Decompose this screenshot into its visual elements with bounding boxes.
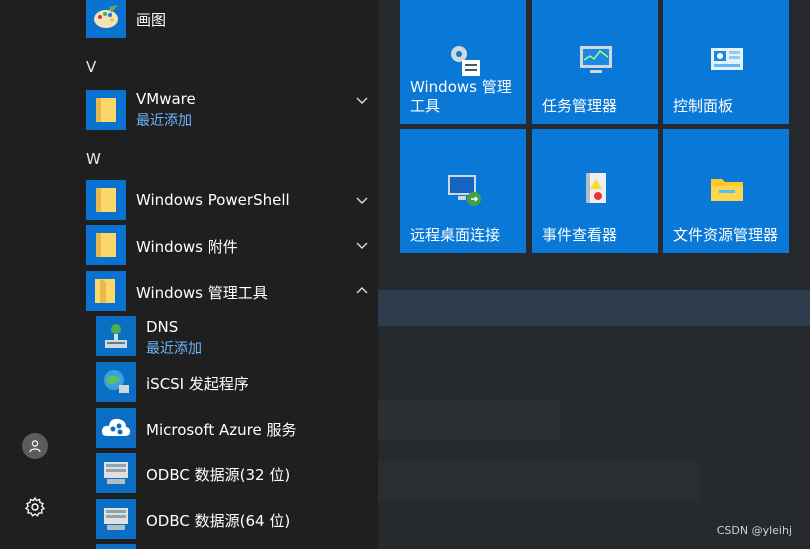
folder-icon (711, 179, 743, 201)
admin-tools-icon (451, 46, 480, 76)
tile-file-explorer[interactable]: 文件资源管理器 (663, 129, 789, 253)
task-manager-icon (580, 46, 612, 73)
cloud-icon (96, 408, 136, 448)
tile-label: 任务管理器 (542, 97, 618, 115)
folder-icon (86, 225, 126, 265)
app-item-odbc32[interactable]: ODBC 数据源(32 位) (78, 453, 378, 493)
chevron-down-icon[interactable] (354, 92, 370, 108)
database-icon (96, 453, 136, 493)
app-label: 画图 (136, 11, 167, 29)
app-folder-powershell[interactable]: Windows PowerShell (78, 180, 378, 220)
desktop-background-bar (312, 290, 810, 326)
section-letter-v[interactable]: V (86, 58, 96, 76)
chevron-down-icon[interactable] (354, 237, 370, 253)
tile-label: 事件查看器 (542, 226, 618, 244)
control-panel-icon (711, 48, 743, 70)
tile-admin-tools[interactable]: Windows 管理工具 (400, 0, 526, 124)
tile-remote-desktop[interactable]: 远程桌面连接 (400, 129, 526, 253)
app-label: Windows 管理工具 (136, 284, 268, 302)
app-label: Windows 附件 (136, 238, 238, 256)
app-label: Microsoft Azure 服务 (146, 421, 297, 439)
app-label: VMware (136, 90, 196, 108)
app-label: iSCSI 发起程序 (146, 375, 249, 393)
app-item-azure[interactable]: Microsoft Azure 服务 (78, 408, 378, 448)
tile-task-manager[interactable]: 任务管理器 (532, 0, 658, 124)
recently-added-badge: 最近添加 (146, 341, 202, 357)
folder-open-icon (86, 271, 126, 311)
app-label: DNS (146, 318, 179, 336)
tile-control-panel[interactable]: 控制面板 (663, 0, 789, 124)
tile-label: 文件资源管理器 (673, 226, 779, 244)
recently-added-badge: 最近添加 (136, 113, 192, 129)
tile-label: 控制面板 (673, 97, 734, 115)
tile-label: Windows 管理工具 (410, 78, 512, 115)
app-item-paint[interactable]: 画图 (78, 0, 378, 40)
paint-icon (86, 0, 126, 38)
section-letter-w[interactable]: W (86, 150, 101, 168)
app-folder-accessories[interactable]: Windows 附件 (78, 225, 378, 265)
event-viewer-icon (586, 173, 606, 203)
gear-icon (24, 496, 46, 517)
settings-button[interactable] (22, 494, 48, 520)
chevron-down-icon[interactable] (354, 192, 370, 208)
user-account-button[interactable] (22, 433, 48, 459)
remote-desktop-icon (448, 175, 481, 206)
start-left-rail (0, 0, 78, 549)
app-item-next-partial[interactable] (96, 544, 136, 549)
chevron-up-icon[interactable] (354, 283, 370, 299)
tile-event-viewer[interactable]: 事件查看器 (532, 129, 658, 253)
app-list: 画图 V VMware 最近添加 W Windows PowerShell Wi… (78, 0, 378, 549)
app-label: ODBC 数据源(64 位) (146, 512, 291, 530)
app-item-odbc64[interactable]: ODBC 数据源(64 位) (78, 499, 378, 539)
dns-icon (96, 316, 136, 356)
app-folder-admin-tools[interactable]: Windows 管理工具 (78, 271, 378, 311)
database-icon (96, 499, 136, 539)
folder-icon (86, 180, 126, 220)
watermark-text: CSDN @yleihj (716, 524, 792, 537)
globe-icon (96, 362, 136, 402)
app-item-iscsi[interactable]: iSCSI 发起程序 (78, 362, 378, 402)
tile-label: 远程桌面连接 (410, 226, 501, 244)
app-label: ODBC 数据源(32 位) (146, 466, 291, 484)
folder-icon (86, 90, 126, 130)
app-item-dns[interactable]: DNS 最近添加 (78, 316, 378, 358)
app-label: Windows PowerShell (136, 191, 290, 209)
app-folder-vmware[interactable]: VMware 最近添加 (78, 88, 378, 132)
user-icon (29, 440, 41, 453)
